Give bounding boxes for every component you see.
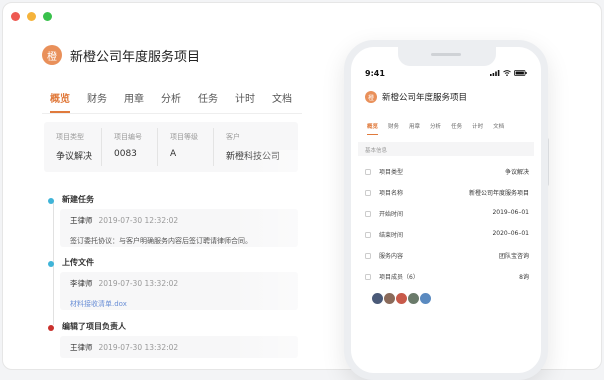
info-project-level: 项目等级 A — [158, 128, 214, 166]
phone-tab-finance[interactable]: 财务 — [388, 122, 399, 135]
timeline-meta: 王律师 2019-07-30 13:32:02 — [70, 342, 288, 353]
info-value: 0083 — [114, 149, 137, 159]
timeline-body: 签订委托协议：与客户明确服务内容后签订聘请律师合同。 — [70, 237, 252, 245]
member-avatar[interactable] — [419, 292, 432, 305]
attachment-link[interactable]: 材料接收清单.dox — [70, 299, 288, 309]
row-value: 团队宝咨询 — [498, 253, 529, 260]
timeline-dot — [48, 198, 54, 204]
phone-tab-tasks[interactable]: 任务 — [451, 122, 462, 135]
window-controls — [11, 12, 52, 21]
timeline-title: 新建任务 — [62, 195, 94, 204]
timeline-meta: 李律师 2019-07-30 13:32:02 — [70, 278, 288, 289]
timeline-title: 上传文件 — [62, 258, 94, 267]
row-icon — [365, 232, 371, 238]
phone-mockup: 9:41 橙 新橙公司年度服务项目 概览 财务 用章 分析 任务 计时 文档 基… — [344, 40, 548, 380]
info-project-number: 项目编号 0083 — [102, 128, 158, 166]
row-icon — [365, 274, 371, 280]
info-label: 项目等级 — [170, 133, 198, 141]
member-avatars[interactable] — [371, 292, 432, 305]
minimize-dot[interactable] — [27, 12, 36, 21]
timeline-meta: 王律师 2019-07-30 12:32:02 — [70, 215, 288, 226]
timeline-card: 李律师 2019-07-30 13:32:02 材料接收清单.dox — [60, 272, 298, 310]
phone-project-header: 橙 新橙公司年度服务项目 — [365, 91, 467, 103]
phone-info-list: 项目类型 争议解决 项目名称 新橙公司年度服务项目 开始时间 2019–06–01 结… — [365, 167, 529, 293]
tab-analysis[interactable]: 分析 — [161, 90, 181, 113]
status-time: 9:41 — [365, 69, 385, 78]
row-value: 2020–06–01 — [492, 230, 529, 237]
info-row[interactable]: 服务内容 团队宝咨询 — [365, 251, 529, 272]
info-row[interactable]: 项目类型 争议解决 — [365, 167, 529, 188]
project-info-box: 项目类型 争议解决 项目编号 0083 项目等级 A 客户 新橙科技公司 — [44, 122, 298, 172]
info-row[interactable]: 结束时间 2020–06–01 — [365, 230, 529, 251]
info-project-type: 项目类型 争议解决 — [44, 128, 102, 166]
close-dot[interactable] — [11, 12, 20, 21]
info-row[interactable]: 项目成员（6） 8询 — [365, 272, 529, 293]
project-title: 新橙公司年度服务项目 — [70, 49, 201, 65]
info-client: 客户 新橙科技公司 — [214, 128, 294, 166]
tab-finance[interactable]: 财务 — [87, 90, 107, 113]
timeline-dot — [48, 261, 54, 267]
basic-info-section-header: 基本信息 — [358, 142, 534, 156]
tab-seal[interactable]: 用章 — [124, 90, 144, 113]
phone-tab-seal[interactable]: 用章 — [409, 122, 420, 135]
timeline-card: 王律师 2019-07-30 13:32:02 — [60, 336, 298, 358]
info-row[interactable]: 开始时间 2019–06–01 — [365, 209, 529, 230]
phone-tabs: 概览 财务 用章 分析 任务 计时 文档 — [367, 122, 514, 135]
tabs-divider — [42, 113, 302, 114]
row-value: 新橙公司年度服务项目 — [468, 190, 529, 197]
row-label: 服务内容 — [379, 253, 404, 260]
phone-notch — [398, 46, 496, 66]
phone-tab-overview[interactable]: 概览 — [367, 122, 379, 135]
info-value: A — [170, 149, 177, 159]
info-label: 项目编号 — [114, 133, 142, 141]
timeline-title: 编辑了项目负责人 — [62, 322, 126, 331]
project-tabs: 概览 财务 用章 分析 任务 计时 文档 — [50, 90, 309, 113]
info-label: 客户 — [226, 133, 240, 141]
project-avatar: 橙 — [42, 45, 62, 65]
tab-docs[interactable]: 文档 — [272, 90, 292, 113]
row-label: 项目类型 — [379, 169, 404, 176]
timeline-time: 2019-07-30 13:32:02 — [98, 343, 179, 352]
info-value: 争议解决 — [56, 152, 93, 162]
timeline-time: 2019-07-30 12:32:02 — [98, 216, 179, 225]
speaker-grille — [431, 53, 461, 56]
timeline-user: 王律师 — [70, 216, 93, 225]
phone-project-title: 新橙公司年度服务项目 — [382, 93, 468, 103]
phone-tab-analysis[interactable]: 分析 — [430, 122, 441, 135]
wifi-icon — [503, 70, 511, 76]
row-value: 争议解决 — [504, 169, 529, 176]
phone-tab-timing[interactable]: 计时 — [472, 122, 483, 135]
project-header: 橙 新橙公司年度服务项目 — [42, 45, 200, 65]
phone-project-avatar: 橙 — [365, 91, 377, 103]
row-label: 项目成员（6） — [379, 274, 419, 281]
tab-tasks[interactable]: 任务 — [198, 90, 218, 113]
timeline-time: 2019-07-30 13:32:02 — [98, 279, 179, 288]
maximize-dot[interactable] — [43, 12, 52, 21]
tab-overview[interactable]: 概览 — [50, 90, 70, 113]
row-icon — [365, 190, 371, 196]
row-icon — [365, 253, 371, 259]
row-value: 2019–06–01 — [492, 209, 529, 216]
row-label: 结束时间 — [379, 232, 404, 239]
info-label: 项目类型 — [56, 133, 84, 141]
row-label: 开始时间 — [379, 211, 404, 218]
row-icon — [365, 169, 371, 175]
row-label: 项目名称 — [379, 190, 404, 197]
phone-tab-docs[interactable]: 文档 — [493, 122, 504, 135]
battery-icon — [514, 70, 527, 76]
row-icon — [365, 211, 371, 217]
status-icons — [490, 70, 527, 76]
info-row[interactable]: 项目名称 新橙公司年度服务项目 — [365, 188, 529, 209]
timeline-card: 王律师 2019-07-30 12:32:02 签订委托协议：与客户明确服务内容后… — [60, 209, 298, 247]
timeline-user: 王律师 — [70, 343, 93, 352]
timeline-user: 李律师 — [70, 279, 93, 288]
row-value: 8询 — [519, 274, 529, 281]
info-value: 新橙科技公司 — [226, 152, 281, 162]
signal-icon — [490, 70, 500, 76]
timeline-dot — [48, 325, 54, 331]
tab-timing[interactable]: 计时 — [235, 90, 255, 113]
